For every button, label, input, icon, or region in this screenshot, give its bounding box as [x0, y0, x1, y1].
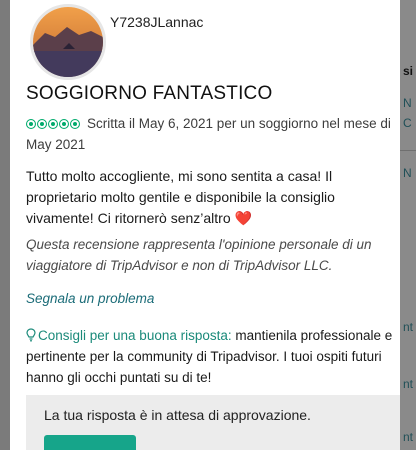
rating-bubbles	[26, 115, 81, 135]
background-page-strip: si N C N nt nt nt	[400, 0, 416, 450]
avatar-landscape-image	[33, 7, 103, 77]
background-fragment: nt	[403, 320, 414, 334]
lightbulb-icon	[26, 328, 36, 342]
notice-action-button[interactable]	[44, 435, 136, 450]
review-title: SOGGIORNO FANTASTICO	[26, 83, 273, 104]
reviewer-avatar	[30, 4, 106, 80]
background-fragment: nt	[403, 430, 414, 444]
background-fragment: N	[403, 96, 412, 110]
rating-bubble-icon	[59, 119, 69, 129]
review-body: Tutto molto accogliente, mi sono sentita…	[26, 166, 394, 229]
report-problem-link[interactable]: Segnala un problema	[26, 291, 154, 306]
background-divider	[400, 150, 416, 151]
rating-bubble-icon	[26, 119, 36, 129]
rating-bubble-icon	[48, 119, 58, 129]
approval-notice-text: La tua risposta è in attesa di approvazi…	[44, 407, 311, 423]
review-disclaimer: Questa recensione rappresenta l'opinione…	[26, 237, 372, 273]
rating-bubble-icon	[70, 119, 80, 129]
tips-label: Consigli per una buona risposta:	[38, 328, 232, 343]
review-modal: Y7238JLannac SOGGIORNO FANTASTICO Scritt…	[10, 0, 400, 450]
review-body-text: Tutto molto accogliente, mi sono sentita…	[26, 168, 335, 226]
background-fragment: C	[403, 116, 412, 130]
approval-notice: La tua risposta è in attesa di approvazi…	[26, 395, 400, 450]
background-fragment: N	[403, 166, 412, 180]
background-fragment: si	[403, 64, 414, 78]
response-tips: Consigli per una buona risposta: mantien…	[26, 325, 398, 388]
reviewer-username[interactable]: Y7238JLannac	[110, 14, 203, 30]
background-fragment: nt	[403, 377, 414, 391]
heart-icon: ❤️	[234, 210, 252, 226]
review-meta: Scritta il May 6, 2021 per un soggiorno …	[26, 114, 396, 155]
rating-bubble-icon	[37, 119, 47, 129]
